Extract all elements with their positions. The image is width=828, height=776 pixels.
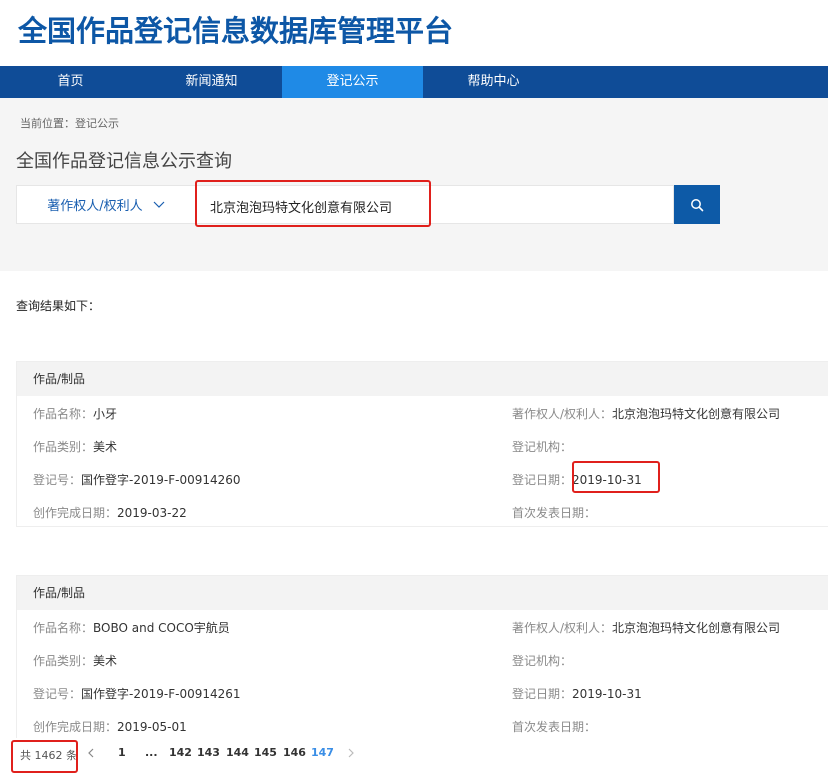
registration-date-value: 2019-10-31 bbox=[572, 473, 642, 487]
nav-registration-notice[interactable]: 登记公示 bbox=[282, 66, 423, 98]
owner-value: 北京泡泡玛特文化创意有限公司 bbox=[612, 407, 781, 421]
result-card: 作品/制品 作品名称：BOBO and COCO宇航员 著作权人/权利人：北京泡… bbox=[16, 575, 828, 741]
page-1[interactable]: 1 bbox=[118, 746, 126, 759]
registration-date-value: 2019-10-31 bbox=[572, 687, 642, 701]
search-type-select[interactable]: 著作权人/权利人 bbox=[16, 185, 196, 224]
site-title: 全国作品登记信息数据库管理平台 bbox=[18, 14, 454, 48]
page-145[interactable]: 145 bbox=[254, 746, 277, 759]
card-header: 作品/制品 bbox=[17, 576, 828, 610]
registration-agency: 登记机构： bbox=[512, 652, 572, 669]
nav-help-center[interactable]: 帮助中心 bbox=[423, 66, 564, 98]
work-name: 作品名称：小牙 bbox=[33, 405, 117, 422]
work-name-value: 小牙 bbox=[93, 407, 118, 421]
card-header: 作品/制品 bbox=[17, 362, 828, 396]
registration-agency-label: 登记机构： bbox=[512, 654, 573, 668]
pagination-total: 共 1462 条 bbox=[20, 749, 77, 762]
work-category: 作品类别：美术 bbox=[33, 652, 117, 669]
registration-number-label: 登记号： bbox=[33, 473, 82, 487]
search-title: 全国作品登记信息公示查询 bbox=[16, 151, 232, 172]
search-icon bbox=[691, 198, 704, 211]
page-143[interactable]: 143 bbox=[197, 746, 220, 759]
owner: 著作权人/权利人：北京泡泡玛特文化创意有限公司 bbox=[512, 619, 780, 636]
work-category-value: 美术 bbox=[93, 440, 118, 454]
work-category-value: 美术 bbox=[93, 654, 118, 668]
creation-date-label: 创作完成日期： bbox=[33, 720, 118, 734]
page-144[interactable]: 144 bbox=[226, 746, 249, 759]
creation-date-value: 2019-03-22 bbox=[117, 506, 187, 520]
work-category-label: 作品类别： bbox=[33, 440, 94, 454]
breadcrumb: 当前位置：登记公示 bbox=[20, 117, 119, 130]
registration-number-label: 登记号： bbox=[33, 687, 82, 701]
first-publish-date: 首次发表日期： bbox=[512, 718, 596, 735]
owner-value: 北京泡泡玛特文化创意有限公司 bbox=[612, 621, 781, 635]
work-category: 作品类别：美术 bbox=[33, 438, 117, 455]
chevron-right-icon[interactable] bbox=[347, 748, 355, 758]
nav-home[interactable]: 首页 bbox=[0, 66, 141, 98]
creation-date: 创作完成日期：2019-03-22 bbox=[33, 504, 187, 521]
registration-date: 登记日期：2019-10-31 bbox=[512, 685, 642, 702]
chevron-left-icon[interactable] bbox=[87, 748, 95, 758]
nav-news[interactable]: 新闻通知 bbox=[141, 66, 282, 98]
registration-agency: 登记机构： bbox=[512, 438, 572, 455]
search-section: 当前位置：登记公示 全国作品登记信息公示查询 著作权人/权利人 北京泡泡玛特文化… bbox=[0, 98, 828, 271]
registration-number: 登记号：国作登字-2019-F-00914261 bbox=[33, 685, 241, 702]
first-publish-date: 首次发表日期： bbox=[512, 504, 596, 521]
chevron-down-icon bbox=[153, 201, 165, 208]
work-name-value: BOBO and COCO宇航员 bbox=[93, 621, 230, 635]
work-name: 作品名称：BOBO and COCO宇航员 bbox=[33, 619, 230, 636]
work-name-label: 作品名称： bbox=[33, 407, 94, 421]
registration-date: 登记日期：2019-10-31 bbox=[512, 471, 642, 488]
search-type-label: 著作权人/权利人 bbox=[47, 199, 143, 214]
work-category-label: 作品类别： bbox=[33, 654, 94, 668]
search-input-value: 北京泡泡玛特文化创意有限公司 bbox=[210, 201, 393, 216]
owner-label: 著作权人/权利人： bbox=[512, 407, 613, 421]
creation-date: 创作完成日期：2019-05-01 bbox=[33, 718, 187, 735]
first-publish-date-label: 首次发表日期： bbox=[512, 506, 597, 520]
registration-number-value: 国作登字-2019-F-00914261 bbox=[81, 687, 241, 701]
result-card: 作品/制品 作品名称：小牙 著作权人/权利人：北京泡泡玛特文化创意有限公司 作品… bbox=[16, 361, 828, 527]
main-nav: 首页 新闻通知 登记公示 帮助中心 bbox=[0, 66, 828, 98]
registration-agency-label: 登记机构： bbox=[512, 440, 573, 454]
pagination: 共 1462 条 1 ... 142 143 144 145 146 147 bbox=[0, 738, 828, 770]
first-publish-date-label: 首次发表日期： bbox=[512, 720, 597, 734]
creation-date-label: 创作完成日期： bbox=[33, 506, 118, 520]
search-button[interactable] bbox=[674, 185, 720, 224]
registration-number: 登记号：国作登字-2019-F-00914260 bbox=[33, 471, 241, 488]
page-ellipsis[interactable]: ... bbox=[145, 746, 158, 759]
owner: 著作权人/权利人：北京泡泡玛特文化创意有限公司 bbox=[512, 405, 780, 422]
page-146[interactable]: 146 bbox=[283, 746, 306, 759]
search-input[interactable]: 北京泡泡玛特文化创意有限公司 bbox=[196, 185, 674, 224]
page-142[interactable]: 142 bbox=[169, 746, 192, 759]
registration-number-value: 国作登字-2019-F-00914260 bbox=[81, 473, 241, 487]
work-name-label: 作品名称： bbox=[33, 621, 94, 635]
registration-date-label: 登记日期： bbox=[512, 473, 573, 487]
owner-label: 著作权人/权利人： bbox=[512, 621, 613, 635]
results-label: 查询结果如下： bbox=[16, 299, 101, 313]
creation-date-value: 2019-05-01 bbox=[117, 720, 187, 734]
page-147-current[interactable]: 147 bbox=[311, 746, 334, 759]
registration-date-label: 登记日期： bbox=[512, 687, 573, 701]
